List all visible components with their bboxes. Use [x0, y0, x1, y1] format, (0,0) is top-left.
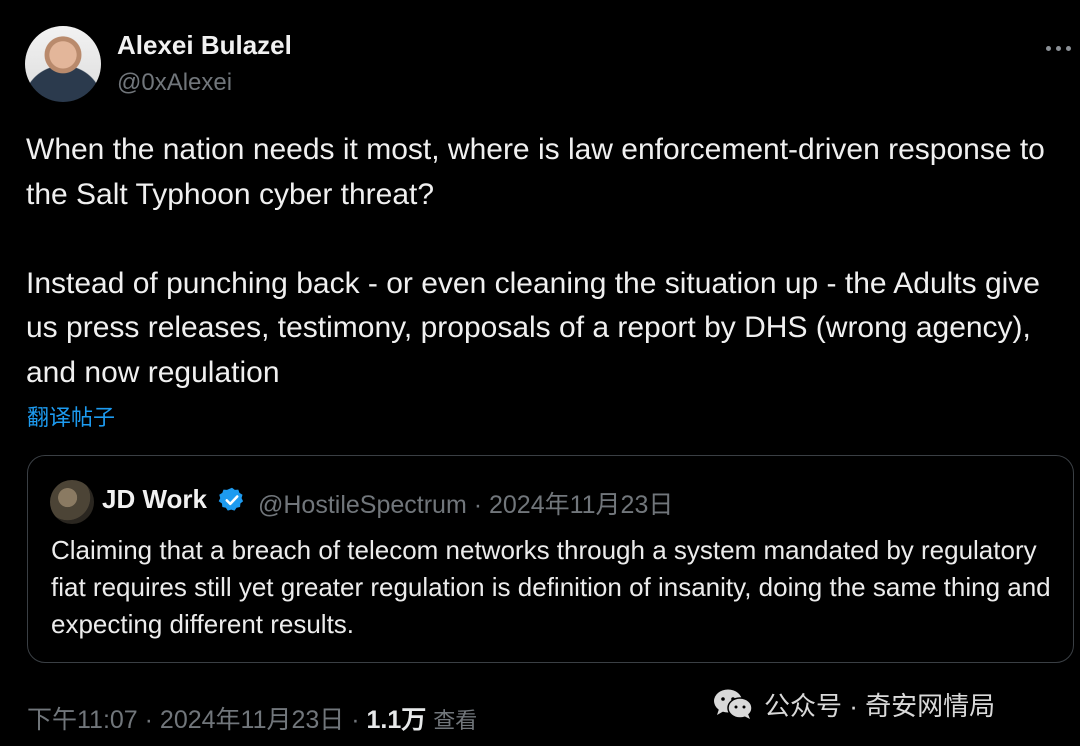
post-paragraph: When the nation needs it most, where is …	[26, 133, 1045, 211]
views-label: 查看	[433, 708, 478, 733]
quoted-author-avatar[interactable]	[50, 480, 94, 524]
views-count: 1.1万	[366, 706, 427, 734]
wechat-logo-icon	[714, 689, 753, 719]
watermark: 公众号 · 奇安网情局	[712, 686, 995, 722]
more-horizontal-icon[interactable]	[1040, 38, 1076, 58]
translate-post-link[interactable]: 翻译帖子	[27, 400, 115, 432]
author-avatar[interactable]	[25, 26, 101, 102]
author-handle[interactable]: @0xAlexei	[117, 69, 232, 97]
post-text: When the nation needs it most, where is …	[26, 128, 1076, 395]
quoted-text: Claiming that a breach of telecom networ…	[51, 535, 1051, 639]
quoted-author-name[interactable]: JD Work	[102, 484, 207, 515]
quoted-handle-date[interactable]: @HostileSpectrum · 2024年11月23日	[258, 485, 673, 521]
quoted-tweet[interactable]: JD Work @HostileSpectrum · 2024年11月23日 C…	[27, 455, 1074, 663]
post-paragraph: Instead of punching back - or even clean…	[26, 266, 1040, 389]
author-name[interactable]: Alexei Bulazel	[117, 30, 292, 61]
verified-badge-icon	[218, 487, 244, 511]
post-timestamp[interactable]: 下午11:07 · 2024年11月23日 ·	[27, 706, 367, 734]
post-meta: 下午11:07 · 2024年11月23日 · 1.1万 查看	[27, 700, 477, 736]
watermark-text: 公众号 · 奇安网情局	[764, 690, 996, 721]
